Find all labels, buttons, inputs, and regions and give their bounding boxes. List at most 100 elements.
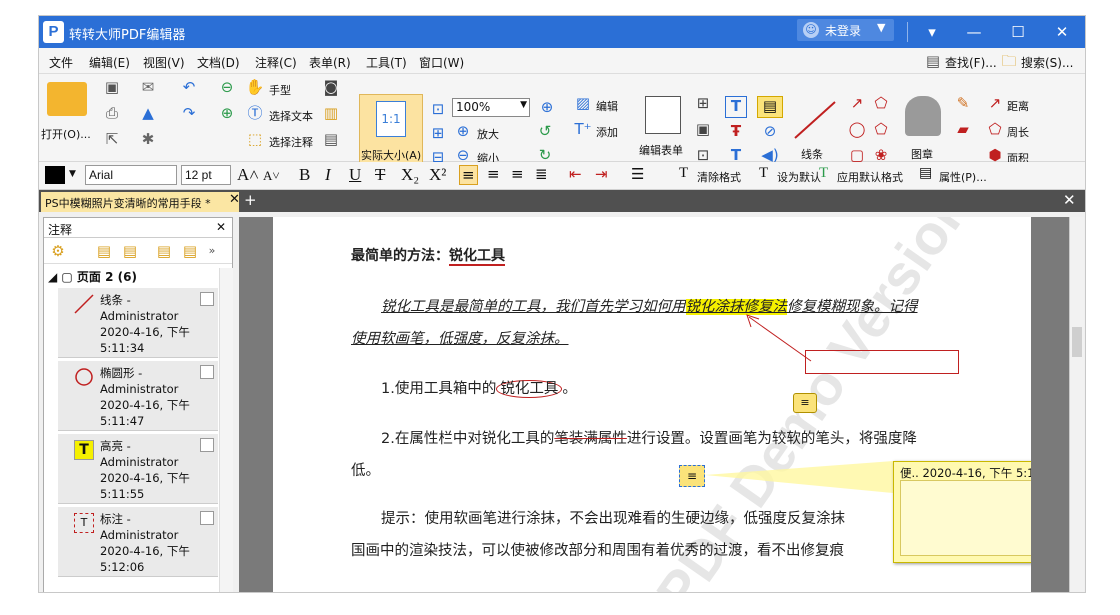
edit-content-icon[interactable]: ▨ — [573, 94, 593, 112]
chevron-down-icon[interactable]: ▼ — [877, 21, 885, 34]
close-tab-icon[interactable]: ✕ — [229, 192, 239, 207]
set-default-label[interactable]: 设为默认 — [777, 169, 821, 185]
clear-format-icon[interactable]: T — [679, 165, 688, 182]
menu-file[interactable]: 文件 — [49, 54, 73, 71]
edit-content-label[interactable]: 编辑 — [596, 98, 618, 114]
tab-document[interactable]: PS中模糊照片变清晰的常用手段 * ✕ — [41, 192, 239, 212]
menu-edit[interactable]: 编辑(E) — [89, 54, 130, 71]
annotation-checkbox[interactable] — [200, 511, 214, 525]
menu-document[interactable]: 文档(D) — [197, 54, 240, 71]
attach-file-icon[interactable]: ⊘ — [757, 122, 783, 140]
increase-font-icon[interactable]: A˄ — [237, 165, 259, 185]
panel-scrollbar[interactable] — [219, 268, 233, 592]
login-status-button[interactable]: ☺ 未登录 ▼ — [797, 19, 894, 41]
menu-comment[interactable]: 注释(C) — [255, 54, 297, 71]
list-item[interactable]: T 高亮 - Administrator 2020-4-16, 下午 5:11:55 — [58, 434, 218, 504]
clear-format-label[interactable]: 清除格式 — [697, 169, 741, 185]
distance-icon[interactable]: ↗ — [985, 94, 1005, 112]
font-family-select[interactable]: Arial — [85, 165, 177, 185]
polygon-line-icon[interactable]: ⬠ — [871, 94, 891, 112]
bold-icon[interactable]: B — [299, 165, 310, 185]
chevron-down-icon[interactable]: ▼ — [69, 169, 76, 179]
edit-form-label[interactable]: 编辑表单 — [639, 142, 683, 158]
callout-box[interactable] — [805, 350, 959, 374]
underline-icon[interactable]: U — [349, 165, 361, 185]
eraser-icon[interactable]: ▰ — [953, 120, 973, 138]
hand-tool-icon[interactable]: ✋ — [245, 78, 265, 96]
ellipse-tool-icon[interactable]: ◯ — [847, 120, 867, 138]
align-center-icon[interactable]: ≡ — [487, 165, 500, 183]
comment-filter-icon[interactable]: ▤ — [180, 242, 200, 260]
line-spacing-icon[interactable]: ☰ — [631, 165, 644, 183]
italic-icon[interactable]: I — [325, 165, 331, 185]
undo-icon[interactable]: ↶ — [179, 78, 199, 96]
fit-width-icon[interactable]: ⊞ — [429, 124, 447, 142]
minimize-button[interactable]: — — [959, 20, 989, 44]
sticky-note-marker-icon[interactable]: ≡ — [679, 465, 705, 487]
print-icon[interactable]: ⎙ — [101, 104, 123, 122]
new-document-icon[interactable]: ✱ — [137, 130, 159, 148]
search-button[interactable]: 搜索(S)... — [1021, 54, 1073, 71]
document-scrollbar[interactable] — [1069, 217, 1084, 592]
font-size-select[interactable]: 12 pt — [181, 165, 231, 185]
export-icon[interactable]: ⇱ — [101, 130, 123, 148]
properties-label[interactable]: 属性(P)... — [939, 169, 987, 185]
ribbon-collapse-button[interactable]: ▾ — [917, 20, 947, 44]
open-folder-icon[interactable] — [47, 82, 87, 116]
zoom-select[interactable]: 100% ▼ — [452, 98, 530, 117]
add-content-label[interactable]: 添加 — [596, 124, 618, 140]
stamp-label[interactable]: 图章 — [911, 146, 933, 162]
scan-icon[interactable]: ▲ — [137, 104, 159, 122]
edit-form-icon[interactable] — [645, 96, 681, 134]
annotation-checkbox[interactable] — [200, 365, 214, 379]
find-button[interactable]: 查找(F)... — [945, 54, 997, 71]
text-box-icon[interactable]: ▣ — [693, 120, 713, 138]
sticky-note-icon[interactable]: ▤ — [757, 96, 783, 118]
save-icon[interactable]: ▣ — [101, 78, 123, 96]
zoom-in-magnifier-icon[interactable]: ⊕ — [537, 98, 557, 116]
menu-form[interactable]: 表单(R) — [309, 54, 351, 71]
list-item[interactable]: 线条 - Administrator 2020-4-16, 下午 5:11:34 — [58, 288, 218, 358]
rotate-left-icon[interactable]: ↺ — [535, 122, 555, 140]
close-panel-icon[interactable]: ✕ — [216, 220, 226, 234]
perimeter-label[interactable]: 周长 — [1007, 124, 1029, 140]
comment-reply-icon[interactable]: ▤ — [154, 242, 174, 260]
menu-tools[interactable]: 工具(T) — [366, 54, 407, 71]
align-left-icon[interactable]: ≡ — [459, 165, 478, 185]
strikeout-text[interactable]: 笔装满属性 — [554, 431, 627, 447]
menu-window[interactable]: 窗口(W) — [419, 54, 464, 71]
new-tab-icon[interactable]: + — [244, 191, 257, 209]
menu-view[interactable]: 视图(V) — [143, 54, 185, 71]
text-color-swatch[interactable] — [45, 166, 65, 184]
close-all-icon[interactable]: ✕ — [1063, 191, 1076, 209]
open-button-label[interactable]: 打开(O)... — [41, 126, 91, 142]
apply-default-icon[interactable]: T — [819, 165, 828, 182]
annotation-checkbox[interactable] — [200, 292, 214, 306]
typewriter-icon[interactable]: T — [725, 96, 747, 118]
apply-default-label[interactable]: 应用默认格式 — [837, 169, 903, 185]
page-group-header[interactable]: ◢ ▢ 页面 2 (6) — [48, 268, 137, 285]
align-right-icon[interactable]: ≡ — [511, 165, 524, 183]
annotation-checkbox[interactable] — [200, 438, 214, 452]
select-annotation-icon[interactable]: ⬚ — [245, 130, 265, 148]
select-text-label[interactable]: 选择文本 — [269, 108, 313, 124]
superscript-icon[interactable]: X² — [429, 165, 446, 185]
actual-size-button[interactable]: 1:1 实际大小(A) — [359, 94, 423, 168]
scrollbar-thumb[interactable] — [1072, 327, 1082, 357]
back-icon[interactable]: ⊖ — [217, 78, 237, 96]
expand-icon[interactable]: » — [204, 242, 220, 260]
pencil-tool-icon[interactable]: ✎ — [953, 94, 973, 112]
circled-text[interactable]: 锐化工具 — [496, 380, 563, 398]
perimeter-icon[interactable]: ⬠ — [985, 120, 1005, 138]
distance-label[interactable]: 距离 — [1007, 98, 1029, 114]
settings-gear-icon[interactable]: ⚙ — [48, 242, 68, 260]
strikeout-icon[interactable]: Ŧ — [725, 122, 747, 140]
sticky-note-textarea[interactable] — [900, 480, 1031, 556]
maximize-button[interactable]: ☐ — [1003, 20, 1033, 44]
forward-icon[interactable]: ⊕ — [217, 104, 237, 122]
zoom-in-icon[interactable]: ⊕ — [453, 122, 473, 140]
indent-icon[interactable]: ⇥ — [595, 165, 608, 183]
justify-icon[interactable]: ≣ — [535, 165, 548, 183]
list-item[interactable]: T 标注 - Administrator 2020-4-16, 下午 5:12:06 — [58, 507, 218, 577]
polygon-tool-icon[interactable]: ⬠ — [871, 120, 891, 138]
